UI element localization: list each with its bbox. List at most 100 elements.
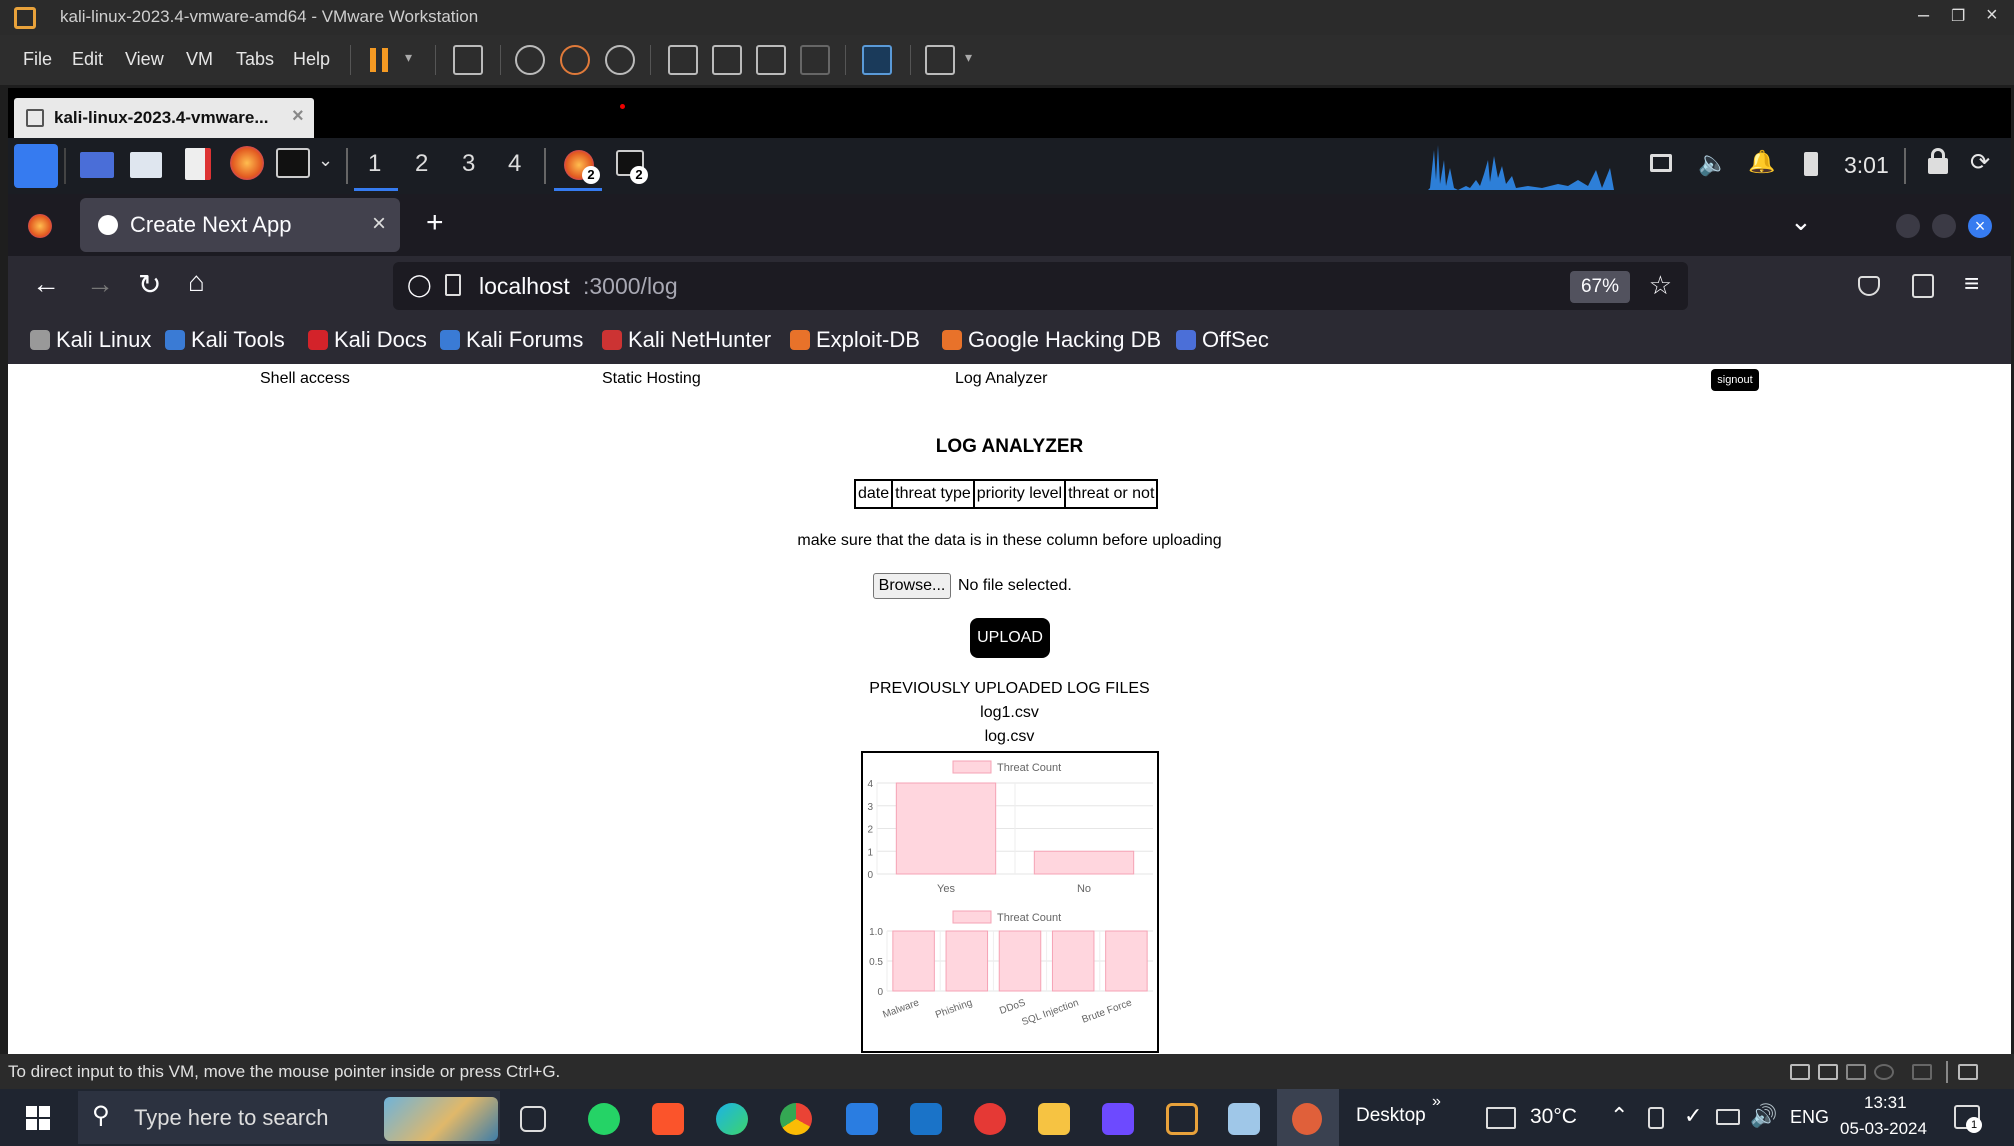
kali-menu-icon[interactable] <box>14 144 58 188</box>
workspace-4[interactable]: 4 <box>508 150 521 178</box>
maximize-icon[interactable]: ❐ <box>1951 6 1965 26</box>
menu-vm[interactable]: VM <box>186 49 213 70</box>
menu-help[interactable]: Help <box>293 49 330 70</box>
window-minimize-dot[interactable] <box>1896 214 1920 238</box>
zoom-indicator[interactable]: 67% <box>1570 271 1630 303</box>
snipping-tool-icon[interactable] <box>1292 1103 1322 1135</box>
panel-clock[interactable]: 3:01 <box>1844 152 1889 179</box>
speaker-icon[interactable]: 🔊 <box>1750 1103 1777 1129</box>
workspace-3[interactable]: 3 <box>462 150 475 178</box>
bookmark-offsec[interactable]: OffSec <box>1176 327 1269 353</box>
bookmark-kali-nethunter[interactable]: Kali NetHunter <box>602 327 771 353</box>
send-keys-icon[interactable] <box>453 45 483 75</box>
menu-tabs[interactable]: Tabs <box>236 49 274 70</box>
list-all-tabs-icon[interactable]: ⌄ <box>1790 206 1812 237</box>
chevron-up-icon[interactable]: ⌃ <box>1610 1103 1628 1129</box>
sidebar-view-icon[interactable] <box>668 45 698 75</box>
shield-icon[interactable]: ◯ <box>407 272 432 298</box>
bookmark-star-icon[interactable]: ☆ <box>1649 270 1672 301</box>
weather-temp[interactable]: 30°C <box>1530 1105 1577 1129</box>
pause-icon[interactable] <box>370 48 388 72</box>
battery-icon[interactable] <box>1804 152 1818 176</box>
volume-icon[interactable]: 🔈 <box>1698 149 1728 178</box>
menu-file[interactable]: File <box>23 49 52 70</box>
weather-icon[interactable] <box>1486 1107 1516 1129</box>
language-indicator[interactable]: ENG <box>1790 1107 1829 1128</box>
menu-view[interactable]: View <box>125 49 164 70</box>
chevron-down-icon[interactable]: ▾ <box>965 49 972 66</box>
url-bar[interactable]: ◯ localhost :3000/log 67% ☆ <box>393 262 1688 310</box>
fullscreen-icon[interactable] <box>756 45 786 75</box>
chrome-icon[interactable] <box>780 1103 812 1135</box>
battery-charging-icon[interactable] <box>1716 1109 1740 1125</box>
meet-now-icon[interactable] <box>1648 1107 1664 1129</box>
console-view-icon[interactable] <box>862 45 892 75</box>
reload-icon[interactable]: ↻ <box>138 268 161 301</box>
window-maximize-dot[interactable] <box>1932 214 1956 238</box>
sound-card-icon[interactable] <box>1846 1064 1866 1080</box>
message-log-icon[interactable] <box>1958 1064 1978 1080</box>
taskbar-search-box[interactable]: ⚲ Type here to search <box>78 1091 500 1144</box>
firefox-icon[interactable] <box>230 146 264 180</box>
network-adapter-icon[interactable] <box>1818 1064 1838 1080</box>
browse-button[interactable]: Browse... <box>873 573 951 599</box>
bookmark-kali-linux[interactable]: Kali Linux <box>30 327 151 353</box>
bookmark-kali-docs[interactable]: Kali Docs <box>308 327 427 353</box>
proton-vpn-icon[interactable] <box>1102 1103 1134 1135</box>
printer-icon[interactable] <box>1912 1064 1932 1080</box>
power-icon[interactable]: ⟳ <box>1970 148 1990 177</box>
desktop-toolbar-label[interactable]: Desktop <box>1356 1105 1426 1127</box>
notification-bell-icon[interactable]: 🔔 <box>1748 149 1775 175</box>
revert-snapshot-icon[interactable] <box>560 45 590 75</box>
new-tab-icon[interactable]: + <box>426 206 444 240</box>
task-view-icon[interactable] <box>520 1106 546 1132</box>
minimize-icon[interactable]: – <box>1918 4 1929 27</box>
wifi-icon[interactable]: ✓ <box>1684 1103 1702 1129</box>
chevron-right-icon[interactable]: » <box>1432 1093 1441 1111</box>
unity-icon[interactable] <box>800 45 830 75</box>
taskbar-date[interactable]: 05-03-2024 <box>1840 1119 1927 1139</box>
terminal-icon[interactable] <box>276 148 310 178</box>
file-link-log[interactable]: log.csv <box>8 728 2011 746</box>
vmware-taskbar-icon[interactable] <box>1166 1103 1198 1135</box>
app-menu-icon[interactable]: ≡ <box>1964 268 1979 299</box>
nav-static-hosting[interactable]: Static Hosting <box>602 370 701 388</box>
file-explorer-icon[interactable] <box>1038 1103 1070 1135</box>
bookmark-google-hacking-db[interactable]: Google Hacking DB <box>942 327 1161 353</box>
pocket-icon[interactable] <box>1858 276 1880 296</box>
signout-button[interactable]: signout <box>1711 369 1759 391</box>
home-icon[interactable]: ⌂ <box>188 266 205 298</box>
nav-shell-access[interactable]: Shell access <box>260 370 350 388</box>
close-icon[interactable]: × <box>1986 4 1998 27</box>
mail-icon[interactable] <box>910 1103 942 1135</box>
file-link-log1[interactable]: log1.csv <box>8 704 2011 722</box>
usb-icon[interactable] <box>1874 1064 1894 1080</box>
notepad-icon[interactable] <box>1228 1103 1260 1135</box>
menu-edit[interactable]: Edit <box>72 49 103 70</box>
window-close-button[interactable]: × <box>1968 214 1992 238</box>
wps-office-icon[interactable] <box>974 1103 1006 1135</box>
page-icon[interactable] <box>445 274 461 296</box>
edge-icon[interactable] <box>716 1103 748 1135</box>
text-editor-icon[interactable] <box>185 148 211 180</box>
workspace-2[interactable]: 2 <box>415 150 428 178</box>
bookmark-exploit-db[interactable]: Exploit-DB <box>790 327 920 353</box>
brave-icon[interactable] <box>652 1103 684 1135</box>
bookmark-kali-tools[interactable]: Kali Tools <box>165 327 285 353</box>
forward-icon[interactable]: → <box>86 268 114 300</box>
upload-button[interactable]: UPLOAD <box>970 618 1050 658</box>
close-tab-icon[interactable]: × <box>372 210 386 238</box>
extensions-icon[interactable] <box>1912 274 1934 298</box>
taskbar-time[interactable]: 13:31 <box>1864 1093 1907 1113</box>
snapshot-icon[interactable] <box>515 45 545 75</box>
file-manager-icon[interactable] <box>130 152 162 178</box>
nav-log-analyzer[interactable]: Log Analyzer <box>955 370 1048 388</box>
windows-start-icon[interactable] <box>26 1106 50 1130</box>
browser-tab-active[interactable]: Create Next App × <box>80 198 400 252</box>
whatsapp-icon[interactable] <box>588 1103 620 1135</box>
vm-tab[interactable]: kali-linux-2023.4-vmware... × <box>14 98 314 138</box>
stretch-icon[interactable] <box>925 45 955 75</box>
chevron-down-icon[interactable]: ▾ <box>405 49 412 66</box>
firefox-view-icon[interactable] <box>28 214 52 238</box>
back-icon[interactable]: ← <box>32 268 60 300</box>
